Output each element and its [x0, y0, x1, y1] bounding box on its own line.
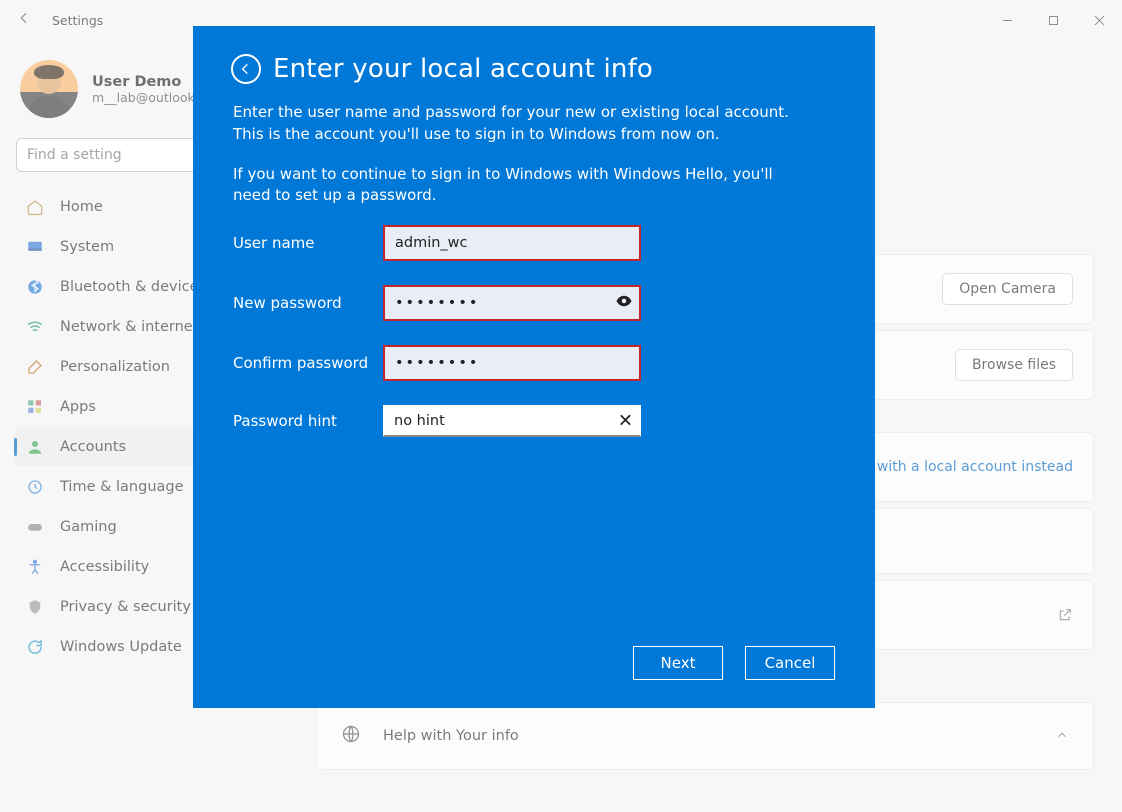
help-card[interactable]: Help with Your info [316, 702, 1094, 770]
sidebar-item-label: Windows Update [60, 639, 182, 655]
shield-icon [26, 598, 44, 616]
username-label: User name [233, 234, 383, 252]
system-icon [26, 238, 44, 256]
local-account-modal: Enter your local account info Enter the … [193, 26, 875, 708]
sidebar-item-label: Bluetooth & devices [60, 279, 206, 295]
avatar [20, 60, 78, 118]
sidebar-item-label: Home [60, 199, 103, 215]
next-button[interactable]: Next [633, 646, 723, 680]
sidebar-item-label: Personalization [60, 359, 170, 375]
sidebar-item-label: Accounts [60, 439, 126, 455]
bluetooth-icon [26, 278, 44, 296]
clock-icon [26, 478, 44, 496]
new-password-label: New password [233, 294, 383, 312]
update-icon [26, 638, 44, 656]
password-hint-input[interactable] [383, 405, 641, 437]
reveal-password-icon[interactable] [615, 292, 633, 314]
back-icon[interactable] [16, 10, 32, 30]
window-controls [984, 4, 1122, 36]
modal-title: Enter your local account info [273, 54, 653, 84]
cancel-button[interactable]: Cancel [745, 646, 835, 680]
globe-icon [341, 724, 361, 748]
sidebar-item-label: Privacy & security [60, 599, 191, 615]
modal-description-2: If you want to continue to sign in to Wi… [231, 164, 811, 208]
accessibility-icon [26, 558, 44, 576]
account-icon [26, 438, 44, 456]
sidebar-item-label: Accessibility [60, 559, 149, 575]
sidebar-item-label: Time & language [60, 479, 184, 495]
home-icon [26, 198, 44, 216]
sidebar-item-label: Gaming [60, 519, 117, 535]
sidebar-item-label: Network & internet [60, 319, 198, 335]
sidebar-item-label: System [60, 239, 114, 255]
maximize-button[interactable] [1030, 4, 1076, 36]
password-hint-label: Password hint [233, 412, 383, 430]
minimize-button[interactable] [984, 4, 1030, 36]
chevron-up-icon [1055, 727, 1069, 746]
clear-input-icon[interactable]: ✕ [618, 411, 633, 432]
new-password-input[interactable] [383, 285, 641, 321]
external-link-icon [1057, 607, 1073, 623]
modal-back-button[interactable] [231, 54, 261, 84]
brush-icon [26, 358, 44, 376]
browse-files-button[interactable]: Browse files [955, 349, 1073, 381]
sidebar-item-label: Apps [60, 399, 96, 415]
apps-icon [26, 398, 44, 416]
local-account-link[interactable]: in in with a local account instead [842, 459, 1073, 475]
confirm-password-label: Confirm password [233, 354, 383, 372]
open-camera-button[interactable]: Open Camera [942, 273, 1073, 305]
confirm-password-input[interactable] [383, 345, 641, 381]
gaming-icon [26, 518, 44, 536]
help-label: Help with Your info [383, 728, 519, 744]
window-title: Settings [52, 13, 103, 28]
modal-description-1: Enter the user name and password for you… [231, 102, 811, 146]
username-input[interactable] [383, 225, 641, 261]
wifi-icon [26, 318, 44, 336]
close-button[interactable] [1076, 4, 1122, 36]
